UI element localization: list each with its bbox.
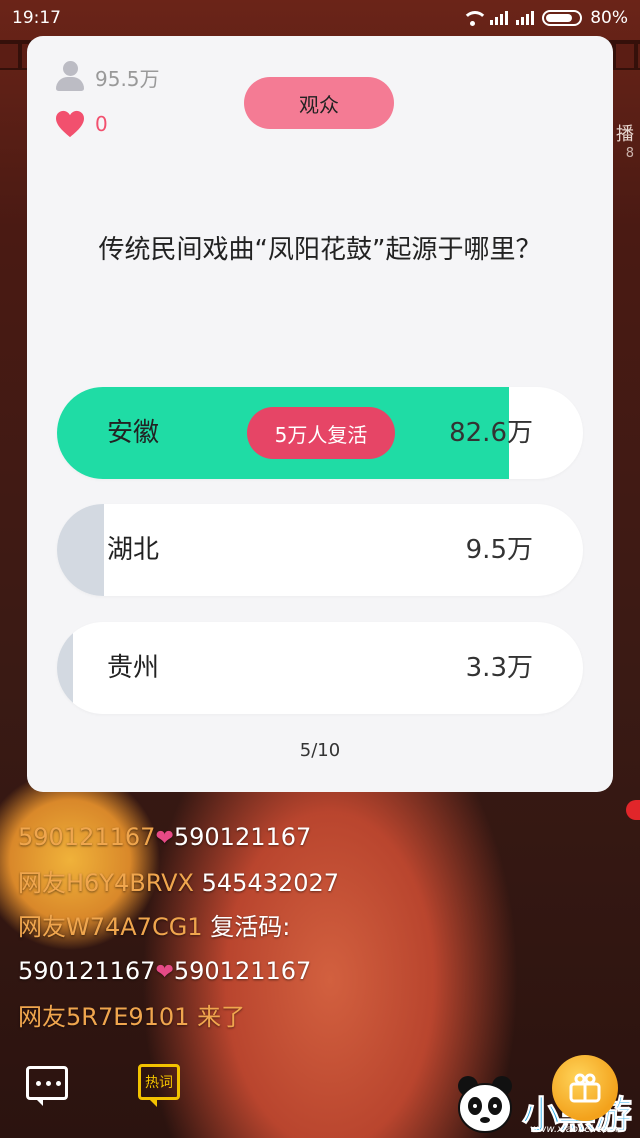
chat-message-continued: 590121167❤590121167 [18, 949, 618, 995]
chat-text: 590121167 [173, 823, 312, 851]
chat-message: 网友H6Y4BRVX 545432027 [18, 861, 618, 905]
signal-icon-2 [516, 11, 535, 25]
panda-icon [458, 1076, 512, 1133]
answer-bar-3 [57, 622, 73, 714]
heart-icon: ❤ [155, 960, 174, 985]
chat-message: 网友5R7E9101 来了 [18, 995, 618, 1039]
signal-icon [490, 11, 509, 25]
wifi-icon [462, 11, 489, 26]
answer-option-1[interactable]: 安徽 5万人复活 82.6万 [57, 387, 583, 479]
hot-words-button[interactable]: 热词 [138, 1064, 180, 1107]
chat-text: 545432027 [201, 869, 340, 897]
heart-icon [56, 110, 84, 138]
chat-text: 590121167 [173, 957, 312, 985]
chat-message: 590121167❤590121167 [18, 815, 618, 861]
gift-button[interactable] [552, 1055, 618, 1121]
answer-option-3[interactable]: 贵州 3.3万 [57, 622, 583, 714]
question-progress: 5/10 [299, 740, 341, 761]
answer-label-1: 安徽 [107, 418, 160, 448]
battery-icon [542, 10, 583, 26]
question-text: 传统民间戏曲“凤阳花鼓”起源于哪里？ [98, 235, 542, 265]
chat-user: 网友W74A7CG1 [18, 913, 203, 941]
like-count-value: 0 [95, 112, 108, 136]
answer-count-3: 3.3万 [465, 653, 533, 683]
quiz-card: 95.5万 0 观众 传统民间戏曲“凤阳花鼓”起源于哪里？ 安徽 5万人复活 8… [27, 36, 613, 792]
status-icons: 80% [462, 8, 628, 28]
battery-percent: 80% [590, 8, 628, 28]
chat-text: 590121167 [18, 957, 156, 985]
chat-text: 来了 [197, 1003, 246, 1031]
stage-red-marker [626, 800, 640, 820]
chat-list: 590121167❤590121167 网友H6Y4BRVX 545432027… [18, 815, 618, 1039]
chat-user: 网友H6Y4BRVX [18, 869, 194, 897]
answer-count-1: 82.6万 [449, 418, 533, 448]
like-count: 0 [55, 110, 108, 138]
heart-icon: ❤ [155, 826, 174, 851]
chat-bubble-icon [36, 1081, 61, 1086]
viewer-count-value: 95.5万 [95, 66, 160, 91]
role-button[interactable]: 观众 [244, 77, 394, 129]
chat-user: 网友5R7E9101 [18, 1003, 190, 1031]
user-icon [55, 61, 85, 93]
answer-bar-2 [57, 504, 105, 596]
answer-option-2[interactable]: 湖北 9.5万 [57, 504, 583, 596]
watermark-url: www.xiaohei.com [530, 1124, 618, 1135]
answer-label-3: 贵州 [107, 653, 160, 683]
revive-badge: 5万人复活 [247, 407, 395, 459]
chat-message: 网友W74A7CG1 复活码: [18, 905, 618, 949]
answer-count-2: 9.5万 [465, 535, 533, 565]
viewer-count: 95.5万 [55, 61, 160, 93]
chat-user: 590121167 [18, 823, 156, 851]
answer-label-2: 湖北 [107, 535, 160, 565]
gift-icon [569, 1073, 601, 1103]
status-bar: 19:17 80% [0, 0, 640, 36]
status-time: 19:17 [12, 8, 61, 28]
chat-input-button[interactable] [26, 1066, 68, 1106]
chat-text: 复活码: [210, 913, 291, 941]
